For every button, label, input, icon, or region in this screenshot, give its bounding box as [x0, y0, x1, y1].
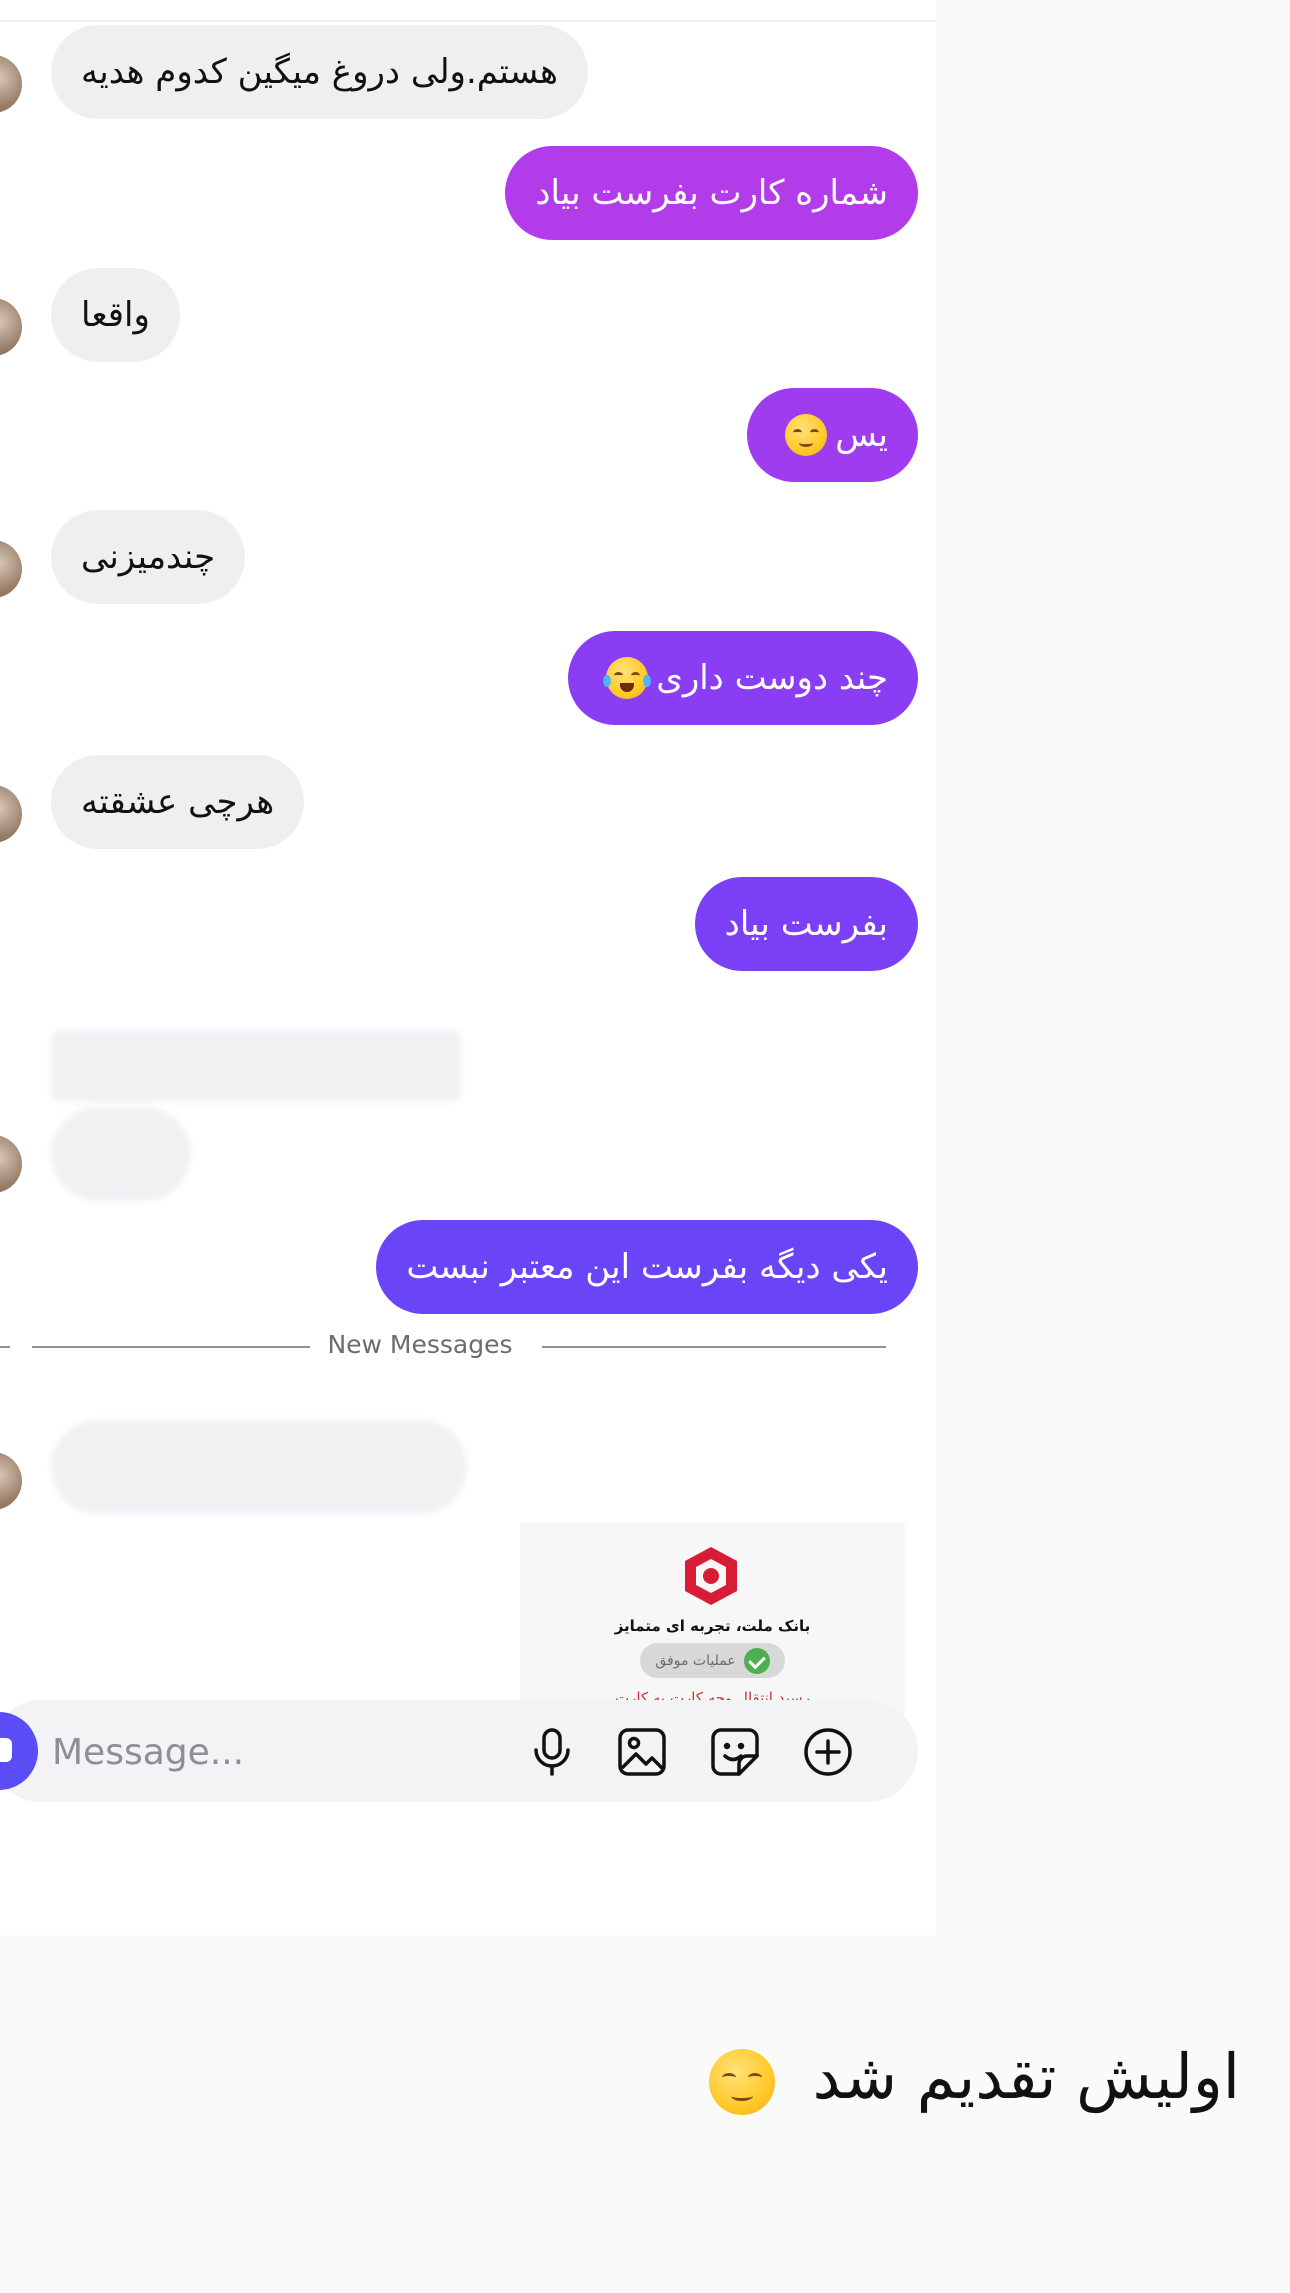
caption-text: اولیش تقدیم شد: [600, 2040, 1240, 2115]
message-text: چندمیزنی: [81, 537, 216, 577]
message-text: هرچی عشقته: [81, 782, 275, 822]
message-bubble-outgoing[interactable]: یکی دیگه بفرست این معتبر نبست: [376, 1220, 918, 1314]
header-divider: [0, 20, 936, 22]
tears-of-joy-emoji-icon: [603, 657, 652, 699]
message-text: یس: [835, 415, 888, 455]
message-bubble-outgoing[interactable]: بفرست بیاد: [694, 877, 918, 971]
checkmark-icon: [743, 1647, 770, 1674]
receipt-image[interactable]: بانک ملت، تجربه ای متمایز عملیات موفق رس…: [520, 1523, 905, 1715]
avatar[interactable]: [0, 55, 22, 113]
receipt-bank-name: بانک ملت، تجربه ای متمایز: [614, 1617, 811, 1635]
relieved-face-emoji-icon: [708, 2048, 775, 2115]
avatar[interactable]: [0, 785, 22, 843]
message-bubble-outgoing[interactable]: یس: [747, 388, 918, 482]
message-bubble-incoming[interactable]: واقعا: [51, 268, 180, 362]
message-text: شماره کارت بفرست بیاد: [535, 173, 888, 213]
redacted-message: [51, 1030, 461, 1102]
status-badge: عملیات موفق: [640, 1643, 785, 1678]
image-gallery-icon[interactable]: [614, 1724, 670, 1780]
message-bubble-incoming[interactable]: هرچی عشقته: [51, 755, 305, 849]
message-text: واقعا: [81, 295, 150, 335]
divider-line: [542, 1346, 886, 1348]
plus-circle-icon[interactable]: [800, 1724, 856, 1780]
divider-line: [32, 1346, 310, 1348]
divider-line: [0, 1346, 10, 1348]
message-text: هستم.ولی دروغ میگین کدوم هدیه: [81, 52, 558, 92]
chat-thread: هستم.ولی دروغ میگین کدوم هدیه شماره کارت…: [0, 0, 936, 1935]
bank-mellat-logo-icon: [685, 1547, 737, 1605]
sticker-icon[interactable]: [707, 1724, 763, 1780]
message-bubble-incoming[interactable]: هستم.ولی دروغ میگین کدوم هدیه: [51, 25, 588, 119]
redacted-message: [51, 1420, 467, 1514]
avatar[interactable]: [0, 1135, 22, 1193]
caption-label: اولیش تقدیم شد: [812, 2040, 1240, 2113]
message-bubble-incoming[interactable]: چندمیزنی: [51, 510, 246, 604]
message-bubble-outgoing[interactable]: چند دوست داری: [568, 631, 918, 725]
message-input[interactable]: [50, 1700, 484, 1804]
message-text: چند دوست داری: [656, 658, 888, 698]
avatar[interactable]: [0, 540, 22, 598]
camera-button[interactable]: [0, 1712, 38, 1790]
status-badge-label: عملیات موفق: [655, 1652, 736, 1669]
relieved-face-emoji-icon: [785, 414, 828, 456]
message-bubble-outgoing[interactable]: شماره کارت بفرست بیاد: [505, 146, 918, 240]
redacted-message: [51, 1107, 191, 1201]
new-messages-divider-label: New Messages: [327, 1330, 513, 1359]
microphone-icon[interactable]: [524, 1724, 580, 1780]
avatar[interactable]: [0, 298, 22, 356]
message-composer: [0, 1700, 918, 1804]
avatar[interactable]: [0, 1452, 22, 1510]
message-text: بفرست بیاد: [724, 904, 888, 944]
message-text: یکی دیگه بفرست این معتبر نبست: [406, 1247, 888, 1287]
